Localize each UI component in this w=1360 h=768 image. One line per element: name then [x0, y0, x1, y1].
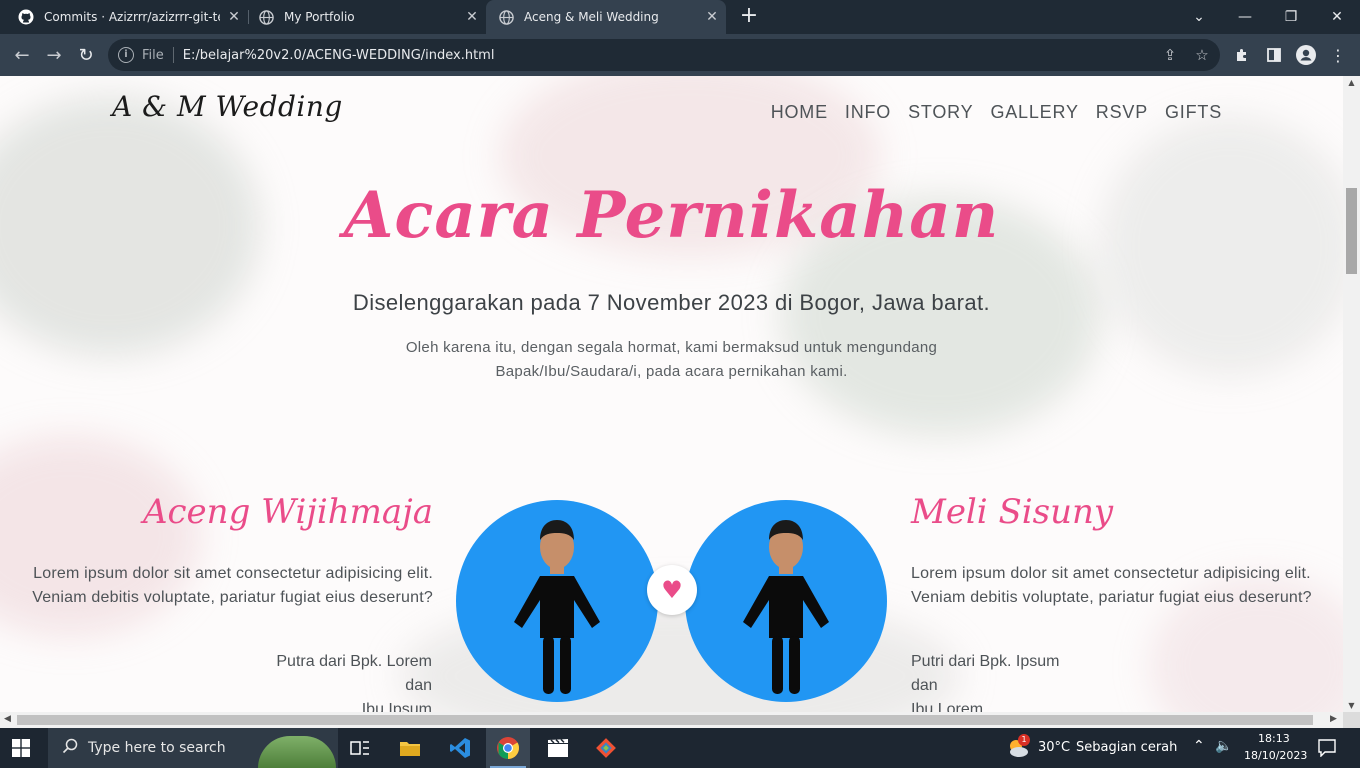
side-panel-icon[interactable] — [1262, 43, 1286, 67]
new-tab-icon[interactable]: + — [736, 4, 762, 30]
address-bar[interactable]: i File E:/belajar%20v2.0/ACENG-WEDDING/i… — [108, 39, 1220, 71]
nav-info[interactable]: INFO — [845, 102, 891, 123]
divider — [172, 47, 174, 63]
url-text[interactable]: E:/belajar%20v2.0/ACENG-WEDDING/index.ht… — [183, 48, 495, 63]
volume-icon[interactable]: 🔈 — [1215, 738, 1232, 754]
nav-story[interactable]: STORY — [908, 102, 973, 123]
tab-title: Aceng & Meli Wedding — [524, 10, 659, 24]
github-icon — [18, 9, 34, 25]
vertical-scrollbar[interactable]: ▲ ▼ — [1343, 76, 1360, 712]
scroll-up-icon[interactable]: ▲ — [1347, 78, 1356, 87]
tab-title: Commits · Azizrrr/azizrrr-git-test — [44, 10, 220, 24]
nav-gallery[interactable]: GALLERY — [990, 102, 1078, 123]
restore-icon[interactable]: ❐ — [1268, 0, 1314, 34]
nav-rsvp[interactable]: RSVP — [1096, 102, 1148, 123]
tab-portfolio[interactable]: My Portfolio ✕ — [240, 0, 486, 34]
scroll-right-icon[interactable]: ▶ — [1330, 714, 1337, 724]
weather-condition[interactable]: Sebagian cerah — [1076, 740, 1177, 755]
brand-logo[interactable]: A & M Wedding — [112, 90, 343, 123]
info-icon[interactable]: i — [118, 47, 134, 63]
windows-start-icon[interactable] — [12, 739, 30, 757]
weather-temp[interactable]: 30°C — [1038, 740, 1070, 755]
person-figure-icon — [514, 520, 600, 694]
nav-gifts[interactable]: GIFTS — [1165, 102, 1222, 123]
person-figure-icon — [743, 520, 829, 694]
task-view-icon[interactable] — [338, 728, 382, 768]
heart-icon: ♥ — [647, 565, 697, 615]
share-icon[interactable]: ⇪ — [1154, 39, 1186, 71]
nav-home[interactable]: HOME — [771, 102, 828, 123]
clock-date[interactable]: 18/10/2023 — [1244, 749, 1307, 762]
bride-photo — [685, 500, 887, 702]
tab-title: My Portfolio — [284, 10, 355, 24]
bride-name: Meli Sisuny — [911, 492, 1114, 532]
tab-strip: Commits · Azizrrr/azizrrr-git-test ✕ My … — [0, 0, 1360, 34]
taskbar-search[interactable]: Type here to search — [48, 728, 338, 768]
clock-time[interactable]: 18:13 — [1258, 732, 1290, 745]
back-icon[interactable]: ← — [10, 43, 34, 67]
close-window-icon[interactable]: ✕ — [1314, 0, 1360, 34]
chrome-icon[interactable] — [486, 728, 530, 768]
bookmark-star-icon[interactable]: ☆ — [1186, 39, 1218, 71]
extensions-icon[interactable] — [1230, 43, 1254, 67]
git-tool-icon[interactable] — [584, 728, 628, 768]
reload-icon[interactable]: ↻ — [74, 43, 98, 67]
notification-badge: 1 — [1018, 734, 1030, 746]
tab-wedding[interactable]: Aceng & Meli Wedding ✕ — [486, 0, 726, 34]
bride-parents-line: dan — [911, 677, 938, 694]
scroll-left-icon[interactable]: ◀ — [4, 714, 11, 724]
bride-parents-line: Putri dari Bpk. Ipsum — [911, 653, 1060, 670]
close-tab-icon[interactable]: ✕ — [698, 9, 726, 25]
search-icon — [62, 738, 78, 758]
hero-description: Oleh karena itu, dengan segala hormat, k… — [405, 339, 938, 380]
groom-parents: Putra dari Bpk. Lorem dan Ibu Ipsum — [230, 650, 432, 712]
tab-search-icon[interactable]: ⌄ — [1176, 0, 1222, 34]
groom-parents-line: Ibu Ipsum — [361, 701, 432, 712]
notifications-icon[interactable] — [1318, 739, 1336, 758]
page-viewport: A & M Wedding HOME INFO STORY GALLERY RS… — [0, 76, 1343, 712]
hero-subtitle: Diselenggarakan pada 7 November 2023 di … — [352, 290, 991, 315]
scroll-down-icon[interactable]: ▼ — [1347, 701, 1356, 710]
close-tab-icon[interactable]: ✕ — [458, 9, 486, 25]
weather-icon[interactable]: 1 — [1006, 734, 1030, 760]
search-placeholder: Type here to search — [88, 740, 226, 756]
scrollbar-thumb[interactable] — [1346, 188, 1357, 274]
groom-name: Aceng Wijihmaja — [142, 492, 433, 532]
groom-parents-line: dan — [405, 677, 432, 694]
groom-bio: Lorem ipsum dolor sit amet consectetur a… — [32, 565, 433, 606]
scheme-label: File — [142, 47, 164, 63]
bride-parents: Putri dari Bpk. Ipsum dan Ibu Lorem — [911, 650, 1113, 712]
video-editor-icon[interactable] — [536, 728, 580, 768]
globe-icon — [498, 9, 514, 25]
forward-icon[interactable]: → — [42, 43, 66, 67]
minimize-icon[interactable]: — — [1222, 0, 1268, 34]
scrollbar-corner — [1343, 712, 1360, 728]
globe-icon — [258, 9, 274, 25]
scrollbar-thumb[interactable] — [17, 715, 1313, 725]
main-nav: HOME INFO STORY GALLERY RSVP GIFTS — [771, 102, 1222, 123]
bride-parents-line: Ibu Lorem — [911, 701, 984, 712]
bride-bio: Lorem ipsum dolor sit amet consectetur a… — [911, 565, 1312, 606]
windows-taskbar: Type here to search 1 30°C Sebagian cera… — [0, 728, 1360, 768]
vscode-icon[interactable] — [438, 728, 482, 768]
hero-title: Acara Pernikahan — [343, 178, 1000, 253]
groom-photo — [456, 500, 658, 702]
chevron-up-icon[interactable]: ⌃ — [1193, 738, 1205, 754]
menu-kebab-icon[interactable]: ⋮ — [1326, 43, 1350, 67]
toolbar: ← → ↻ i File E:/belajar%20v2.0/ACENG-WED… — [0, 34, 1360, 76]
tab-github[interactable]: Commits · Azizrrr/azizrrr-git-test ✕ — [0, 0, 248, 34]
file-explorer-icon[interactable] — [388, 728, 432, 768]
groom-parents-line: Putra dari Bpk. Lorem — [276, 653, 432, 670]
horizontal-scrollbar[interactable]: ◀ ▶ — [0, 712, 1343, 728]
profile-avatar-icon[interactable] — [1294, 43, 1318, 67]
search-highlight-icon — [258, 736, 336, 768]
